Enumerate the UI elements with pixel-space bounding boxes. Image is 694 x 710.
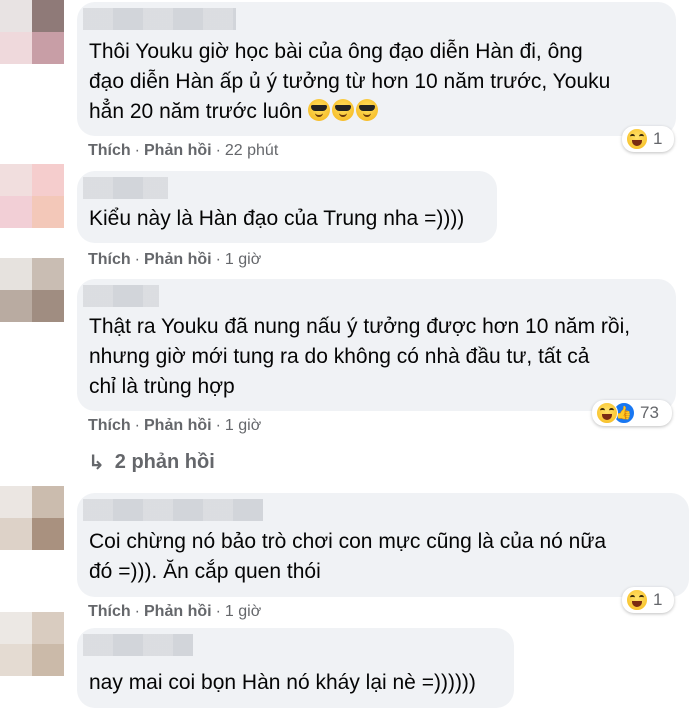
view-replies-link[interactable]: ↳ 2 phản hồi [88, 450, 215, 475]
haha-icon [626, 128, 648, 150]
reply-link[interactable]: Phản hồi [144, 603, 212, 620]
commenter-name-redacted[interactable] [83, 285, 159, 307]
avatar[interactable] [0, 486, 64, 550]
comment-text: Thật ra Youku đã nung nấu ý tưởng được h… [89, 315, 631, 398]
comment-bubble: Thật ra Youku đã nung nấu ý tưởng được h… [77, 279, 676, 411]
reply-arrow-icon: ↳ [88, 452, 105, 474]
sunglasses-emoji [332, 99, 355, 121]
avatar[interactable] [0, 0, 64, 64]
comment-actions: Thích · Phản hồi · 22 phút [88, 142, 279, 159]
timestamp[interactable]: 22 phút [225, 142, 278, 159]
reply-link[interactable]: Phản hồi [144, 251, 212, 268]
comment-bubble: nay mai coi bọn Hàn nó kháy lại nè =))))… [77, 628, 514, 708]
like-link[interactable]: Thích [88, 251, 131, 268]
comment-bubble: Thôi Youku giờ học bài của ông đạo diễn … [77, 2, 676, 136]
comment-actions: Thích · Phản hồi · 1 giờ [88, 417, 262, 434]
reply-link[interactable]: Phản hồi [144, 142, 212, 159]
reaction-count: 1 [653, 129, 663, 148]
avatar[interactable] [0, 258, 64, 322]
reaction-summary[interactable]: 1 [622, 587, 674, 613]
timestamp[interactable]: 1 giờ [225, 417, 261, 434]
timestamp[interactable]: 1 giờ [225, 603, 261, 620]
comment-actions: Thích · Phản hồi · 1 giờ [88, 603, 262, 620]
reaction-count: 1 [653, 590, 663, 609]
commenter-name-redacted[interactable] [83, 177, 168, 199]
commenter-name-redacted[interactable] [83, 8, 236, 30]
commenter-name-redacted[interactable] [83, 634, 193, 656]
commenter-name-redacted[interactable] [83, 499, 263, 521]
like-link[interactable]: Thích [88, 417, 131, 434]
like-link[interactable]: Thích [88, 603, 131, 620]
comment-text: Coi chừng nó bảo trò chơi con mực cũng l… [89, 530, 607, 583]
comment-text: Thôi Youku giờ học bài của ông đạo diễn … [89, 40, 611, 123]
reaction-summary[interactable]: 1 [622, 126, 674, 152]
sunglasses-emoji [356, 99, 379, 121]
avatar[interactable] [0, 612, 64, 676]
haha-icon [626, 589, 648, 611]
reply-link[interactable]: Phản hồi [144, 417, 212, 434]
timestamp[interactable]: 1 giờ [225, 251, 261, 268]
reaction-count: 73 [640, 403, 659, 422]
haha-icon [596, 402, 618, 424]
sunglasses-emoji [308, 99, 331, 121]
comment-actions: Thích · Phản hồi · 1 giờ [88, 251, 262, 268]
comment-bubble: Kiểu này là Hàn đạo của Trung nha =)))) [77, 171, 497, 243]
comment-bubble: Coi chừng nó bảo trò chơi con mực cũng l… [77, 493, 689, 597]
avatar[interactable] [0, 164, 64, 228]
replies-count-label: 2 phản hồi [114, 451, 215, 473]
reaction-summary[interactable]: 👍 73 [592, 400, 672, 426]
like-link[interactable]: Thích [88, 142, 131, 159]
comment-text: nay mai coi bọn Hàn nó kháy lại nè =))))… [89, 671, 476, 694]
comment-text: Kiểu này là Hàn đạo của Trung nha =)))) [89, 207, 465, 230]
